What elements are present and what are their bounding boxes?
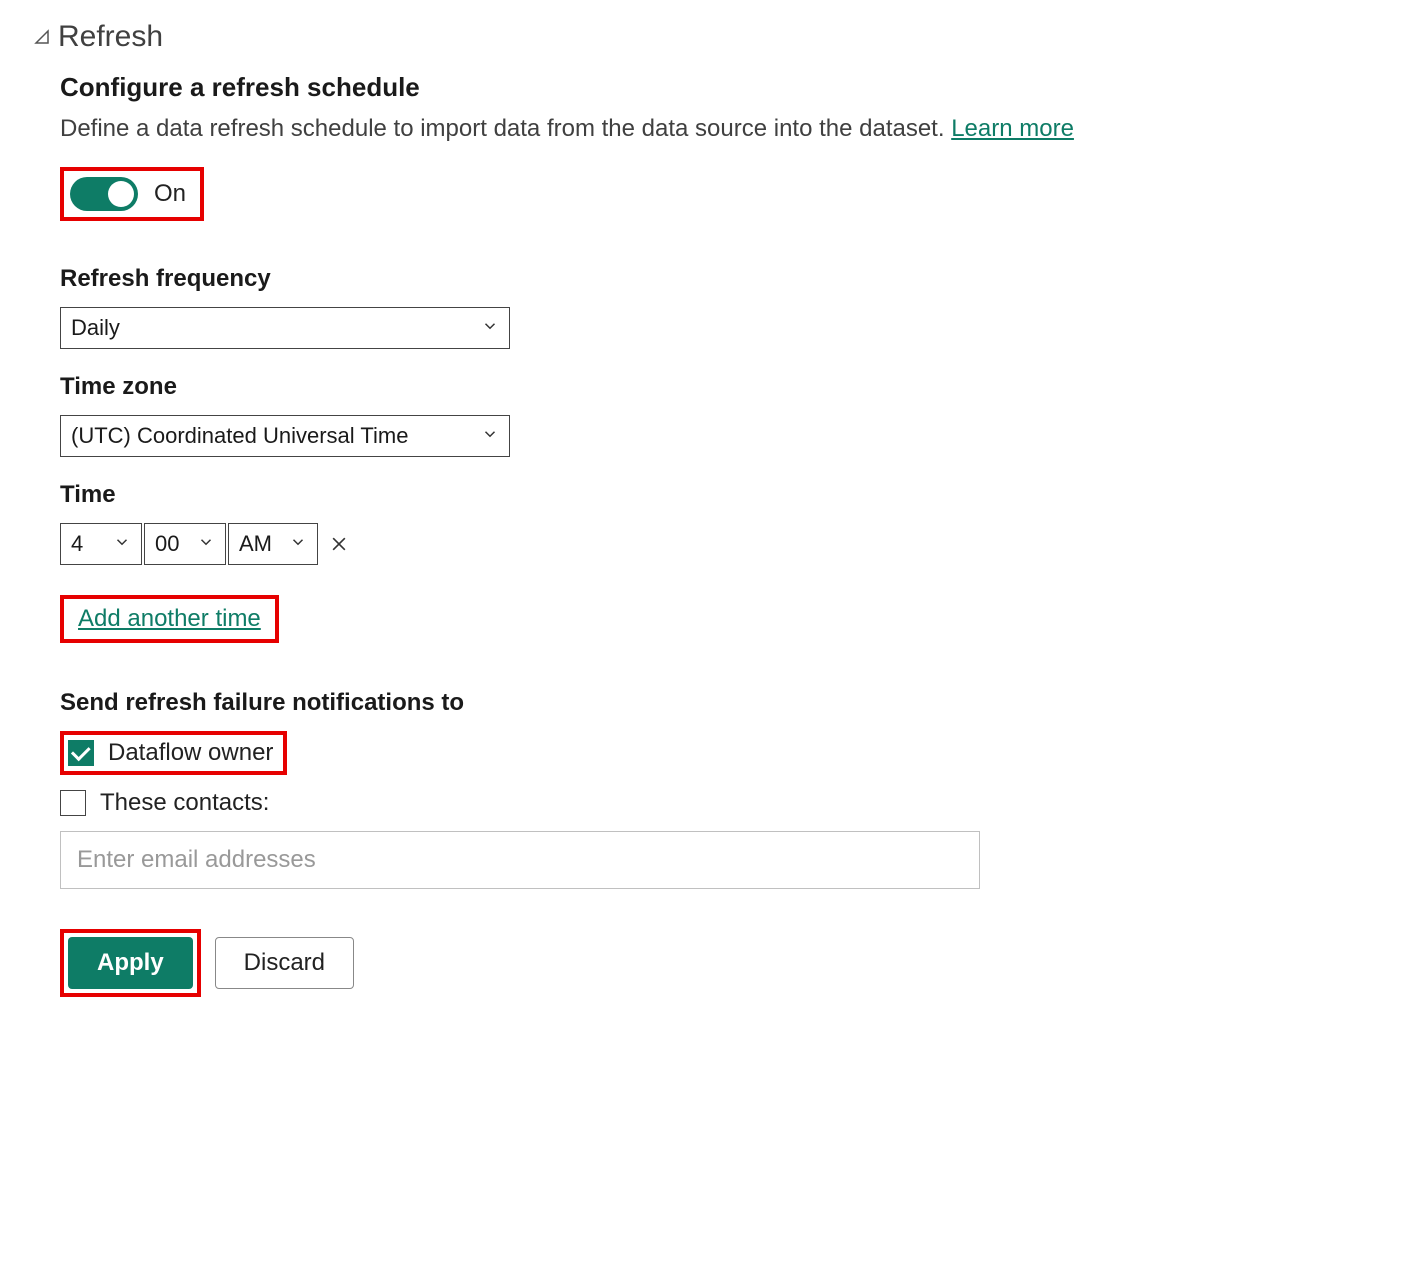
chevron-down-icon — [481, 423, 499, 449]
time-minute-value: 00 — [155, 531, 179, 557]
frequency-label: Refresh frequency — [60, 265, 1383, 293]
frequency-group: Refresh frequency Daily — [60, 265, 1383, 349]
discard-button[interactable]: Discard — [215, 937, 354, 989]
contacts-checkbox-row: These contacts: — [60, 789, 1383, 817]
time-hour-select[interactable]: 4 — [60, 523, 142, 565]
contacts-checkbox[interactable] — [60, 790, 86, 816]
chevron-down-icon — [289, 531, 307, 557]
schedule-toggle-highlight: On — [60, 167, 204, 221]
configure-subtitle: Configure a refresh schedule — [60, 72, 1383, 103]
apply-button[interactable]: Apply — [68, 937, 193, 989]
time-period-select[interactable]: AM — [228, 523, 318, 565]
button-row: Apply Discard — [60, 929, 1383, 997]
email-placeholder: Enter email addresses — [77, 846, 316, 874]
learn-more-link[interactable]: Learn more — [951, 115, 1074, 142]
time-minute-select[interactable]: 00 — [144, 523, 226, 565]
contacts-checkbox-label: These contacts: — [100, 789, 269, 817]
chevron-down-icon — [113, 531, 131, 557]
time-period-value: AM — [239, 531, 272, 557]
apply-button-highlight: Apply — [60, 929, 201, 997]
timezone-select[interactable]: (UTC) Coordinated Universal Time — [60, 415, 510, 457]
toggle-knob — [108, 181, 134, 207]
time-label: Time — [60, 481, 1383, 509]
chevron-down-icon — [197, 531, 215, 557]
chevron-down-icon — [481, 315, 499, 341]
section-header[interactable]: Refresh — [32, 20, 1383, 54]
timezone-label: Time zone — [60, 373, 1383, 401]
add-another-time-link[interactable]: Add another time — [78, 605, 261, 632]
owner-checkbox[interactable] — [68, 740, 94, 766]
owner-checkbox-label: Dataflow owner — [108, 739, 273, 767]
frequency-select[interactable]: Daily — [60, 307, 510, 349]
owner-checkbox-highlight: Dataflow owner — [60, 731, 287, 775]
refresh-section: Refresh Configure a refresh schedule Def… — [20, 20, 1383, 997]
time-group: Time 4 00 AM — [60, 481, 1383, 565]
time-hour-value: 4 — [71, 531, 83, 557]
collapse-icon — [32, 27, 52, 47]
description-body: Define a data refresh schedule to import… — [60, 115, 951, 142]
remove-time-button[interactable] — [324, 529, 354, 559]
notifications-label: Send refresh failure notifications to — [60, 689, 1383, 717]
add-time-highlight: Add another time — [60, 595, 279, 643]
notifications-group: Send refresh failure notifications to Da… — [60, 689, 1383, 889]
frequency-value: Daily — [71, 315, 120, 341]
email-input[interactable]: Enter email addresses — [60, 831, 980, 889]
section-title: Refresh — [58, 20, 163, 54]
timezone-value: (UTC) Coordinated Universal Time — [71, 423, 408, 449]
timezone-group: Time zone (UTC) Coordinated Universal Ti… — [60, 373, 1383, 457]
time-row: 4 00 AM — [60, 523, 1383, 565]
toggle-state-label: On — [154, 180, 186, 208]
description-text: Define a data refresh schedule to import… — [60, 115, 1383, 143]
schedule-toggle[interactable] — [70, 177, 138, 211]
